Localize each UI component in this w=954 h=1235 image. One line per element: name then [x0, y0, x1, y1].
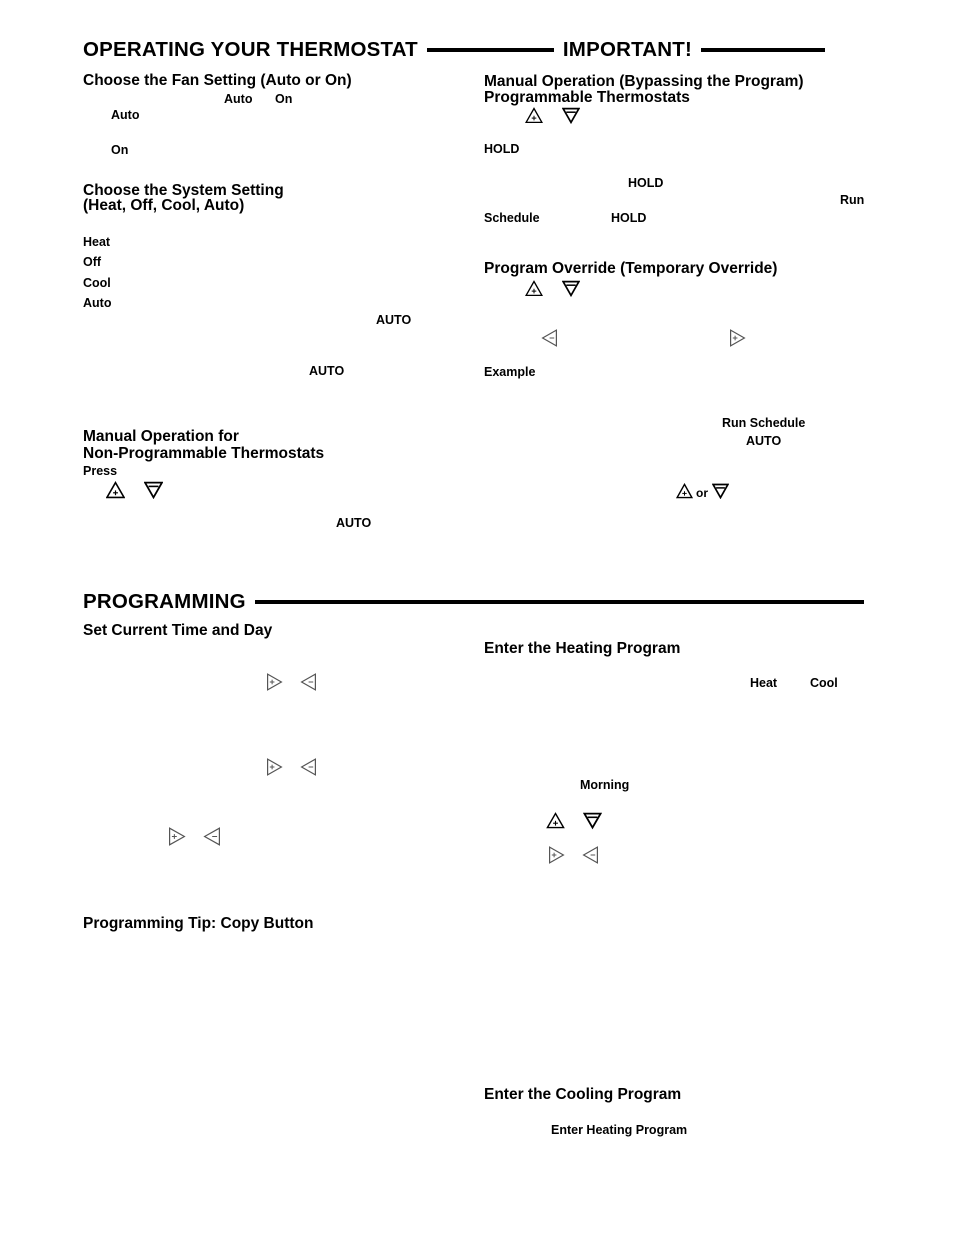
section-title-operating: OPERATING YOUR THERMOSTAT — [83, 38, 418, 61]
label-run: Run — [840, 193, 865, 207]
heading-manual-nonprog-line1: Manual Operation for — [83, 428, 239, 445]
triangle-up-plus-icon — [106, 481, 125, 499]
triangle-down-minus-icon — [583, 812, 602, 830]
heading-manual-bypass-line1: Manual Operation (Bypassing the Program) — [484, 73, 804, 90]
triangle-down-minus-icon — [562, 280, 580, 297]
triangle-up-plus-icon — [525, 107, 543, 124]
banner-rule-programming — [254, 600, 864, 605]
label-cool-2: Cool — [810, 676, 838, 690]
section-title-programming: PROGRAMMING — [83, 590, 246, 613]
triangle-down-minus-icon — [712, 483, 729, 499]
triangle-left-minus-icon — [582, 846, 601, 864]
label-press: Press — [83, 464, 118, 478]
banner-rule-left — [426, 48, 554, 53]
section-banner-programming: PROGRAMMING — [83, 590, 869, 613]
banner-rule-right — [701, 48, 826, 53]
label-auto-system: Auto — [83, 296, 112, 310]
triangle-down-minus-icon — [562, 107, 580, 124]
heading-enter-cooling-program: Enter the Cooling Program — [484, 1086, 682, 1103]
label-on-term: On — [111, 143, 129, 157]
manual-page: OPERATING YOUR THERMOSTAT IMPORTANT! Cho… — [0, 0, 954, 1235]
triangle-left-minus-icon — [300, 758, 319, 776]
label-schedule: Schedule — [484, 211, 540, 225]
label-auto-term: Auto — [111, 108, 140, 122]
label-morning: Morning — [580, 778, 630, 792]
label-auto-caps-2: AUTO — [309, 364, 345, 378]
triangle-right-plus-icon — [166, 827, 186, 846]
triangle-down-minus-icon — [144, 481, 163, 499]
heading-fan-setting: Choose the Fan Setting (Auto or On) — [83, 72, 352, 89]
triangle-right-plus-icon — [264, 758, 283, 776]
heading-set-time-day: Set Current Time and Day — [83, 622, 273, 639]
label-example: Example — [484, 365, 536, 379]
label-heat-2: Heat — [750, 676, 778, 690]
triangle-left-minus-icon — [203, 827, 223, 846]
heading-programming-tip: Programming Tip: Copy Button — [83, 915, 314, 932]
label-auto-caps-1: AUTO — [376, 313, 412, 327]
label-fan-on: On — [275, 92, 293, 106]
label-hold-3: HOLD — [611, 211, 647, 225]
heading-enter-heating-program: Enter the Heating Program — [484, 640, 681, 657]
triangle-left-minus-icon — [300, 673, 319, 691]
triangle-right-plus-icon — [546, 846, 565, 864]
label-fan-auto: Auto — [224, 92, 253, 106]
label-cool: Cool — [83, 276, 111, 290]
triangle-up-plus-icon — [546, 812, 565, 830]
triangle-left-minus-icon — [541, 329, 560, 347]
heading-manual-bypass-line2: Programmable Thermostats — [484, 89, 690, 106]
section-title-important: IMPORTANT! — [562, 38, 693, 61]
section-banner-operating: OPERATING YOUR THERMOSTAT IMPORTANT! — [83, 38, 869, 61]
label-auto-caps-4: AUTO — [746, 434, 782, 448]
label-hold-2: HOLD — [628, 176, 664, 190]
heading-manual-nonprog-line2: Non-Programmable Thermostats — [83, 445, 325, 462]
label-heat: Heat — [83, 235, 111, 249]
triangle-right-plus-icon — [264, 673, 283, 691]
label-auto-caps-3: AUTO — [336, 516, 372, 530]
label-off: Off — [83, 255, 102, 269]
heading-system-setting-line2: (Heat, Off, Cool, Auto) — [83, 197, 245, 214]
label-enter-heating-program-ref: Enter Heating Program — [551, 1123, 688, 1137]
heading-program-override: Program Override (Temporary Override) — [484, 260, 778, 277]
triangle-up-plus-icon — [525, 280, 543, 297]
triangle-right-plus-icon — [727, 329, 746, 347]
label-or: or — [696, 486, 708, 500]
label-run-schedule: Run Schedule — [722, 416, 806, 430]
label-hold-1: HOLD — [484, 142, 520, 156]
triangle-up-plus-icon — [676, 483, 693, 499]
